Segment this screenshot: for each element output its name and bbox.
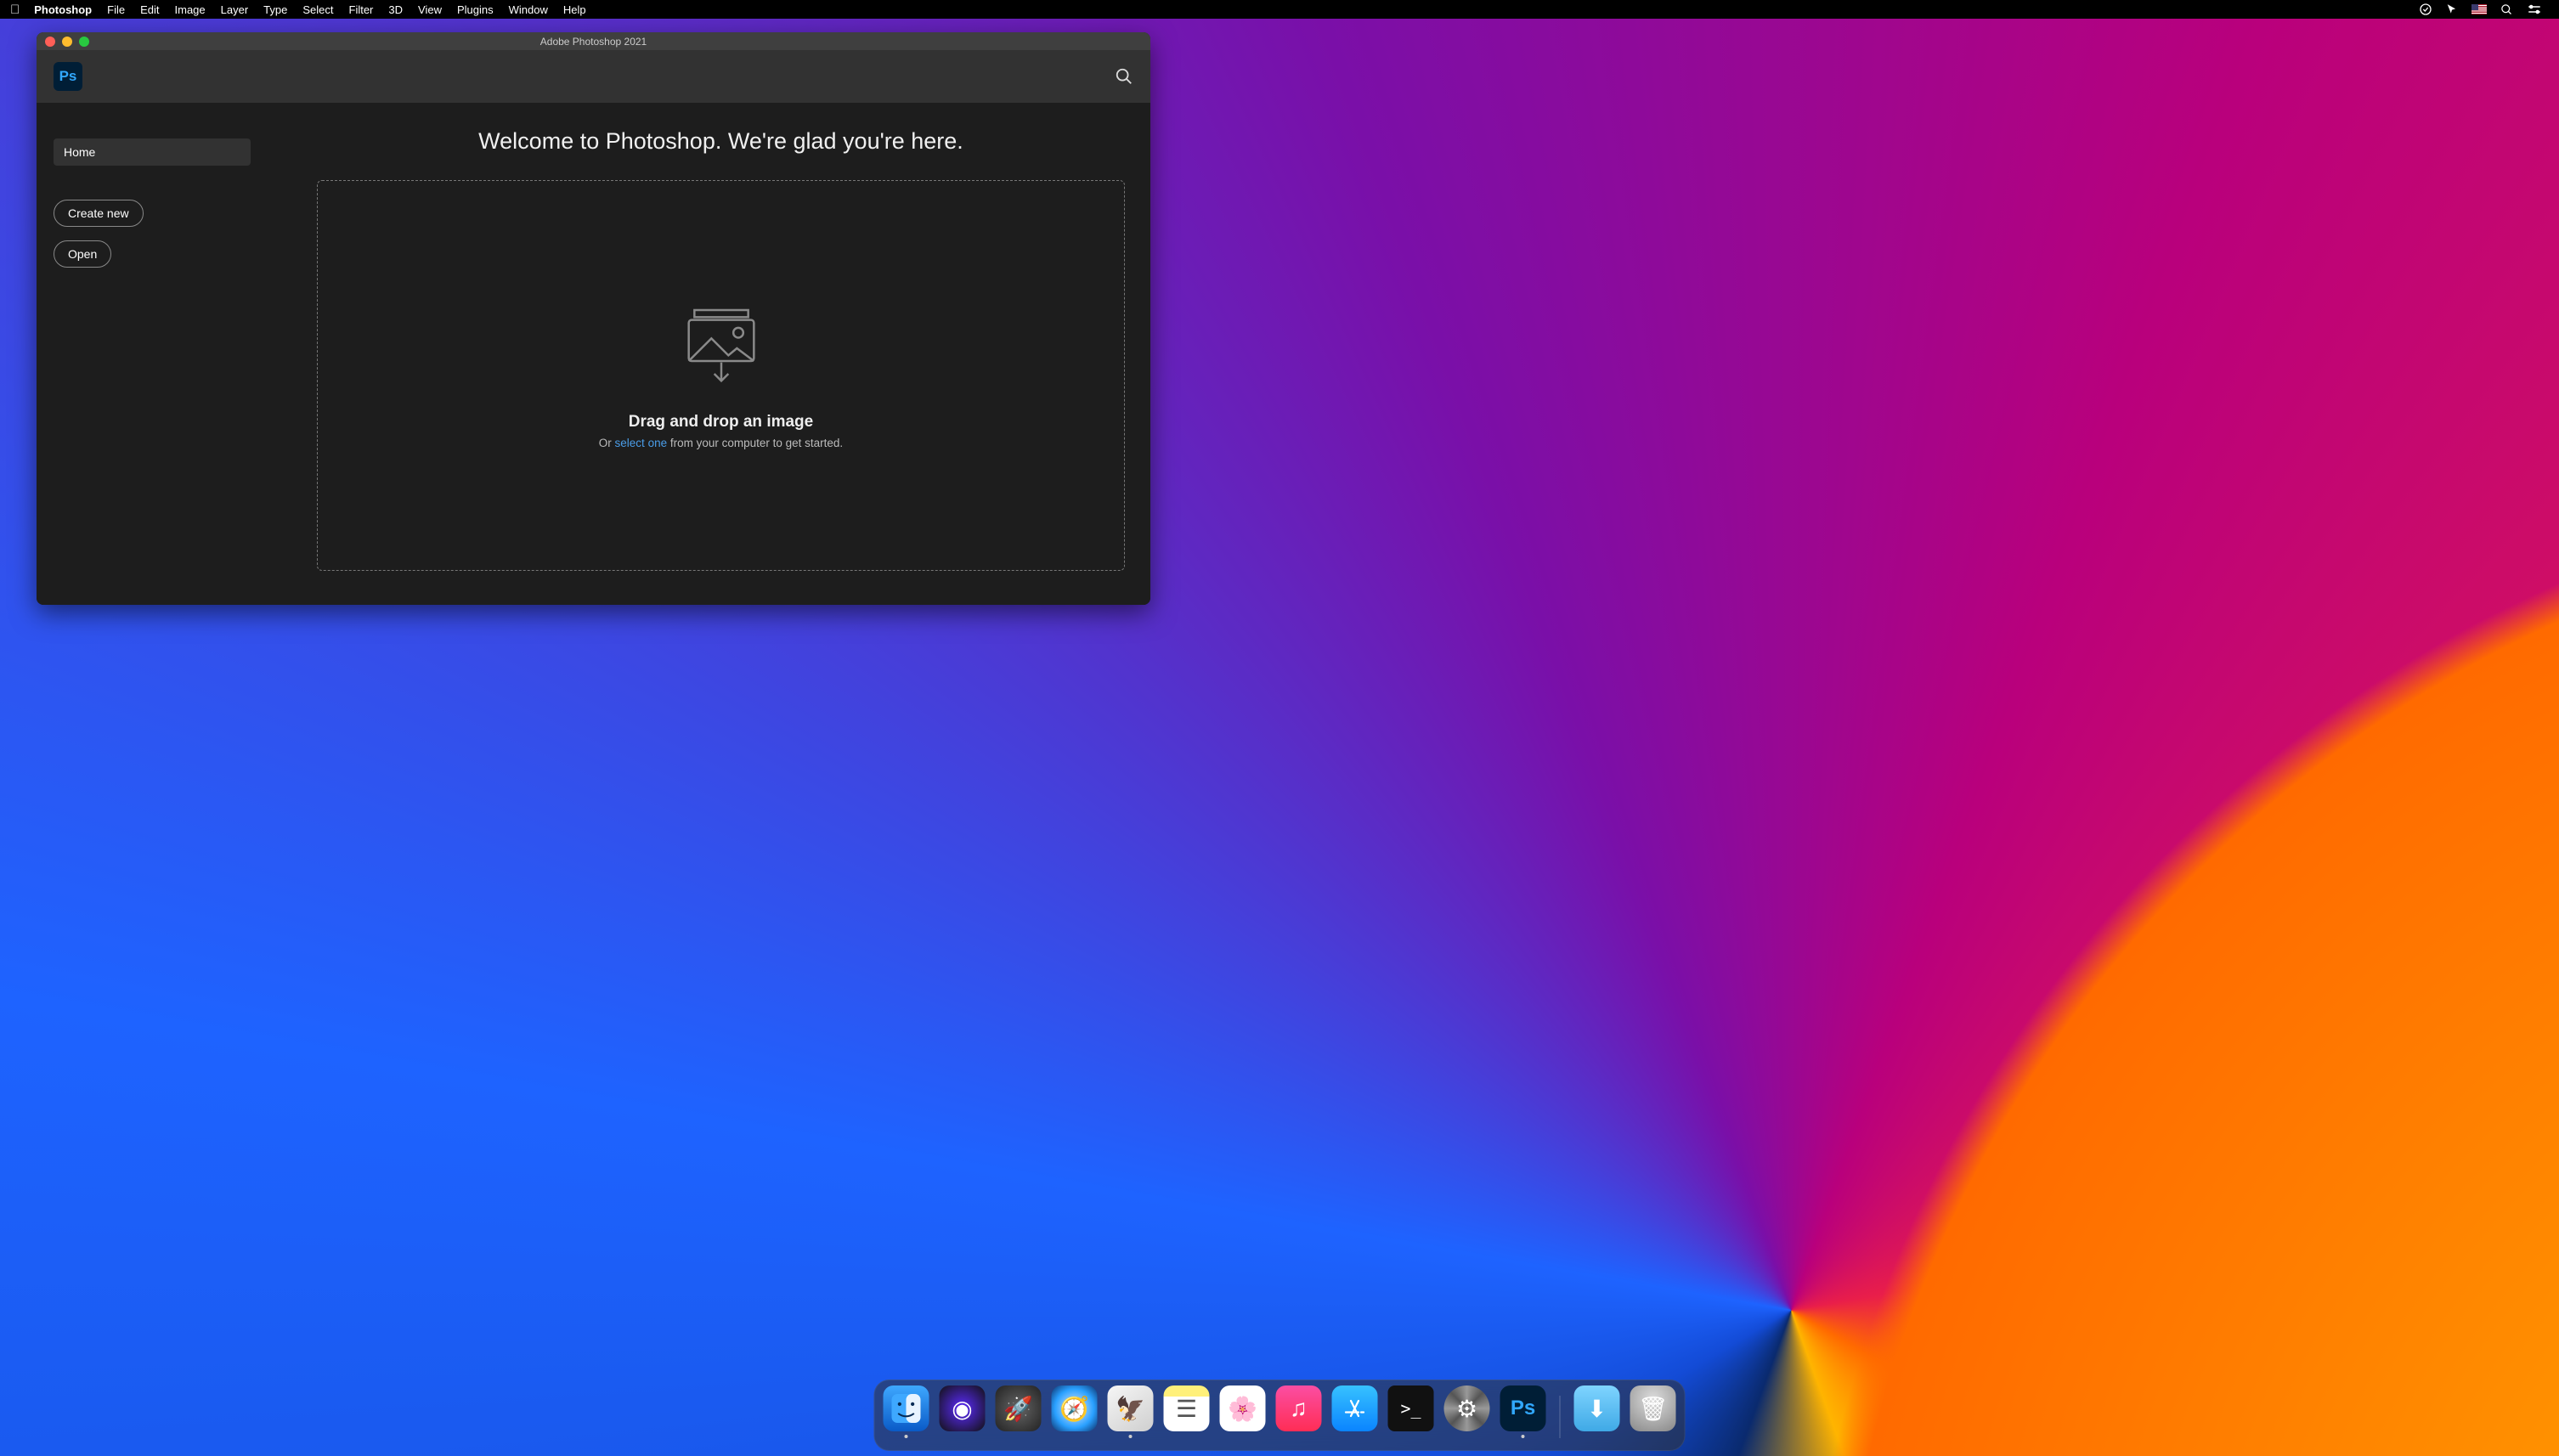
dock-terminal[interactable]: >_ [1388,1385,1434,1438]
dock-launchpad[interactable]: 🚀 [996,1385,1042,1438]
drop-zone-subtitle: Or select one from your computer to get … [599,437,843,449]
dock-separator [1560,1396,1561,1438]
spotlight-icon[interactable] [2494,3,2520,16]
control-center-icon[interactable] [2520,3,2549,15]
home-sidebar: Home Create new Open [37,103,291,605]
menu-file[interactable]: File [99,3,133,16]
welcome-heading: Welcome to Photoshop. We're glad you're … [317,128,1125,155]
dock-system-preferences[interactable]: ⚙︎ [1444,1385,1490,1438]
dock-trash[interactable]: 🗑 [1630,1385,1676,1438]
menu-help[interactable]: Help [556,3,594,16]
cursor-status-icon[interactable] [2439,3,2465,15]
window-title: Adobe Photoshop 2021 [37,36,1150,48]
mac-menubar:  Photoshop File Edit Image Layer Type S… [0,0,2559,19]
menu-select[interactable]: Select [295,3,341,16]
open-button[interactable]: Open [54,240,111,268]
photoshop-window: Adobe Photoshop 2021 Ps Home Create new … [37,32,1150,605]
menu-filter[interactable]: Filter [342,3,381,16]
nav-home[interactable]: Home [54,138,251,166]
create-new-button[interactable]: Create new [54,200,144,227]
app-menu[interactable]: Photoshop [26,3,99,16]
select-file-link[interactable]: select one [615,437,668,449]
menu-3d[interactable]: 3D [381,3,410,16]
dock: ◉ 🚀 🧭 🦅 ☰ 🌸 ♫ >_ ⚙︎ Ps ⬇︎ 🗑 [874,1380,1686,1451]
image-download-icon [679,302,764,391]
dock-appstore[interactable] [1332,1385,1378,1438]
cc-status-icon[interactable] [2412,3,2439,16]
menu-image[interactable]: Image [167,3,213,16]
dock-photoshop[interactable]: Ps [1500,1385,1546,1438]
apple-menu[interactable]:  [10,3,26,17]
menu-plugins[interactable]: Plugins [449,3,501,16]
dock-mail[interactable]: 🦅 [1108,1385,1154,1438]
search-button[interactable] [1115,67,1133,86]
dock-finder[interactable] [884,1385,929,1438]
menu-window[interactable]: Window [501,3,556,16]
menu-view[interactable]: View [410,3,449,16]
dock-music[interactable]: ♫ [1276,1385,1322,1438]
drop-zone-title: Drag and drop an image [629,413,813,432]
home-topbar: Ps [37,50,1150,103]
menu-layer[interactable]: Layer [213,3,257,16]
menu-edit[interactable]: Edit [133,3,167,16]
dock-safari[interactable]: 🧭 [1052,1385,1098,1438]
window-titlebar[interactable]: Adobe Photoshop 2021 [37,32,1150,50]
dock-siri[interactable]: ◉ [940,1385,986,1438]
dock-photos[interactable]: 🌸 [1220,1385,1266,1438]
home-main: Welcome to Photoshop. We're glad you're … [291,103,1150,605]
drop-zone[interactable]: Drag and drop an image Or select one fro… [317,180,1125,571]
photoshop-logo[interactable]: Ps [54,62,82,91]
keyboard-layout-flag[interactable] [2465,4,2494,14]
dock-downloads[interactable]: ⬇︎ [1574,1385,1620,1438]
dock-notes[interactable]: ☰ [1164,1385,1210,1438]
menu-type[interactable]: Type [256,3,295,16]
